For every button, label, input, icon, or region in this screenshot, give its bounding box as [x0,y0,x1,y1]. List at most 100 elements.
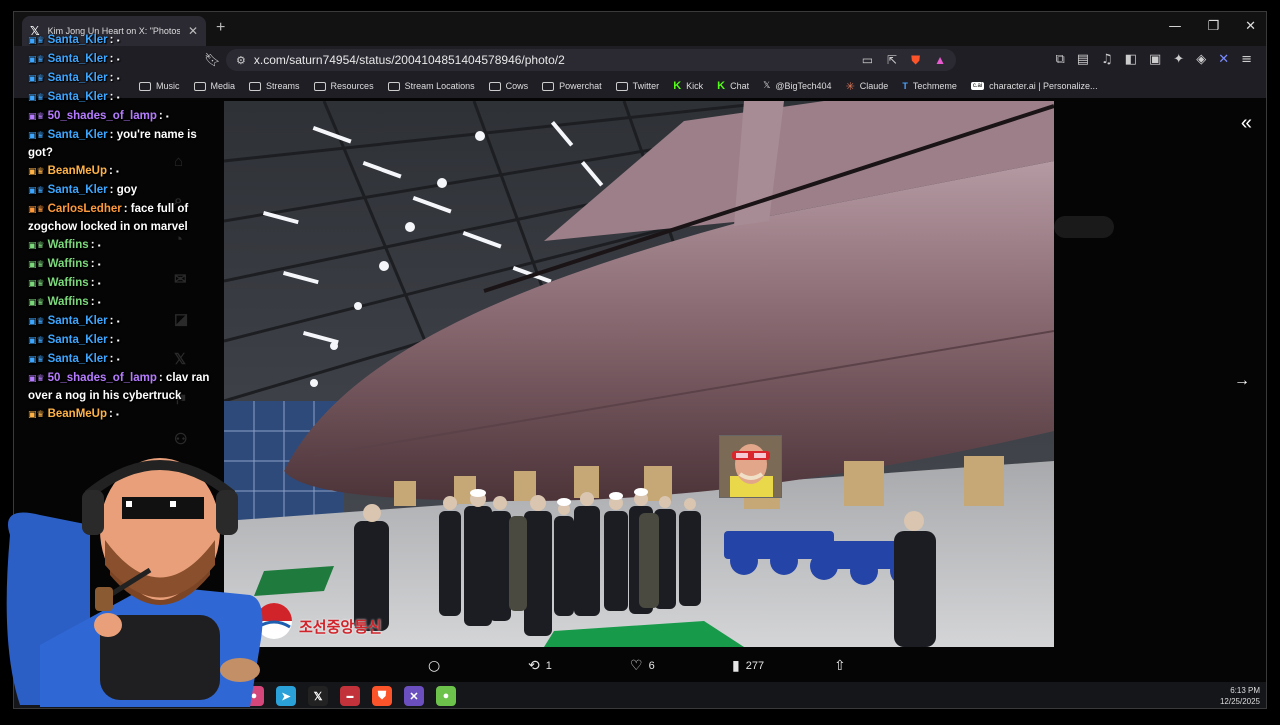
bookmark-item[interactable]: Stream Locations [387,81,475,91]
app-icon-7[interactable]: ● [436,686,456,706]
chat-badges-icon: ▣♛ [28,112,45,122]
system-clock[interactable]: 6:13 PM 12/25/2025 [1220,685,1260,707]
address-bar[interactable]: ⚙︎ x.com/saturn74954/status/200410485140… [226,49,956,71]
bookmark-item[interactable]: K Chat [717,80,749,92]
bookmark-item[interactable]: Twitter [615,81,659,91]
chat-username[interactable]: CarlosLedher [48,203,122,215]
bookmark-item[interactable]: Powerchat [542,81,602,91]
chat-username[interactable]: Waffins [48,258,89,270]
chat-username[interactable]: Santa_Kler [48,91,108,103]
chat-emote-icon: ▪ [116,55,120,64]
like-button[interactable]: ♡ 6 [630,658,655,674]
bookmark-item[interactable]: Resources [313,81,374,91]
chat-username[interactable]: Santa_Kler [48,353,108,365]
chat-username[interactable]: BeanMeUp [48,165,107,177]
vpn-icon[interactable]: ◈ [1196,52,1206,67]
photo-watermark: 조선중앙통신 [299,618,382,636]
brave-shields-icon[interactable]: ⛊ [911,53,920,68]
chat-username[interactable]: 50_shades_of_lamp [48,110,157,122]
maximize-button[interactable]: ❐ [1207,19,1219,34]
bookmark-label: @BigTech404 [775,81,832,91]
bookmark-item[interactable]: ✳ Claude [846,80,889,93]
cast-icon[interactable]: ▭ [862,53,873,68]
clock-date: 12/25/2025 [1219,697,1260,706]
music-icon[interactable]: ♫ [1101,52,1113,67]
bookmark-item[interactable]: c.ai character.ai | Personalize... [970,81,1098,91]
chat-username[interactable]: Santa_Kler [48,334,108,346]
collapse-panel-icon[interactable]: « [1241,112,1252,135]
stream-chat-overlay: ▣♛ Santa_Kler: ▪ ▣♛ Santa_Kler: ▪ ▣♛ Santa_Kl… [28,32,213,425]
chat-username[interactable]: Waffins [48,296,89,308]
tweet-photo[interactable]: 조선중앙통신 [224,101,1054,647]
chat-username[interactable]: Santa_Kler [48,34,108,46]
chat-separator: : [109,184,117,196]
chat-separator: : [90,258,98,270]
chat-message: ▣♛ BeanMeUp: ▪ [28,406,213,424]
reply-button[interactable]: ○ [428,658,446,674]
folder-icon [387,81,400,91]
chat-username[interactable]: Santa_Kler [48,53,108,65]
folder-icon [488,81,501,91]
brave-rewards-icon[interactable]: ▲ [934,53,946,68]
chat-message: ▣♛ Santa_Kler: ▪ [28,351,213,369]
telegram-icon[interactable]: ➤ [276,686,296,706]
url-text[interactable]: x.com/saturn74954/status/200410485140457… [254,53,854,67]
sidebar-icon[interactable]: ◧ [1125,52,1137,67]
bookmark-item[interactable]: 𝕏 @BigTech404 [763,81,831,91]
chat-separator: : [109,53,117,65]
chat-message: ▣♛ Waffins: ▪ [28,237,213,255]
repost-button[interactable]: ⟲ 1 [528,658,552,674]
chat-username[interactable]: Santa_Kler [48,184,108,196]
chat-message: ▣♛ Santa_Kler: ▪ [28,313,213,331]
site-settings-icon[interactable]: ⚙︎ [236,54,246,67]
chat-username[interactable]: Waffins [48,239,89,251]
chat-message: ▣♛ Waffins: ▪ [28,294,213,312]
chat-badges-icon: ▣♛ [28,279,45,289]
chat-separator: : [109,165,117,177]
chat-separator: : [123,203,131,215]
menu-icon[interactable]: ≡ [1241,52,1252,67]
close-window-button[interactable]: ✕ [1245,19,1256,34]
reader-icon[interactable]: ▤ [1077,52,1089,67]
techmeme-icon: T [902,81,908,91]
folder-icon [249,81,262,91]
x-icon: 𝕏 [763,81,771,91]
chat-username[interactable]: Waffins [48,277,89,289]
share-icon[interactable]: ⇱ [887,53,897,68]
extensions-icon[interactable]: ⧉ [1055,52,1064,67]
chat-username[interactable]: 50_shades_of_lamp [48,372,157,384]
chat-username[interactable]: Santa_Kler [48,129,108,141]
extension-icons: ⧉ ▤ ♫ ◧ ▣ ✦ ◈ ✕ ≡ [1055,52,1252,67]
app-icon-6[interactable]: ✕ [404,686,424,706]
taskbar-apps: ● ➤ 𝕏 ▬ ⛊ ✕ ● [244,686,456,706]
app-icon-4[interactable]: ▬ [340,686,360,706]
brave-taskbar-icon[interactable]: ⛊ [372,686,392,706]
bookmark-item[interactable]: Cows [488,81,528,91]
bookmark-item[interactable]: K Kick [673,80,703,92]
share-button[interactable]: ⇧ [834,658,846,674]
leo-ai-icon[interactable]: ✦ [1173,52,1184,67]
chat-badges-icon: ▣♛ [28,355,45,365]
wallet-icon[interactable]: ▣ [1149,52,1161,67]
chat-badges-icon: ▣♛ [28,186,45,196]
views-button[interactable]: ▮ 277 [732,658,764,674]
minimize-button[interactable]: — [1168,19,1181,34]
x-app-icon[interactable]: 𝕏 [308,686,328,706]
chat-emote-icon: ▪ [165,112,169,121]
chat-username[interactable]: BeanMeUp [48,408,107,420]
next-photo-arrow-icon[interactable]: → [1234,372,1250,390]
bookmark-item[interactable]: T Techmeme [902,81,957,91]
share-upload-icon: ⇧ [834,658,846,674]
chat-badges-icon: ▣♛ [28,36,45,46]
chat-emote-icon: ▪ [116,410,119,419]
reply-icon: ○ [428,658,441,674]
chat-badges-icon: ▣♛ [28,167,45,177]
chat-message: ▣♛ Santa_Kler: ▪ [28,332,213,350]
chat-username[interactable]: Santa_Kler [48,72,108,84]
clock-time: 6:13 PM [1230,686,1260,695]
bookmark-label: Chat [730,81,750,91]
new-tab-button[interactable]: + [216,19,225,37]
x-extension-icon[interactable]: ✕ [1218,52,1229,67]
chat-username[interactable]: Santa_Kler [48,315,108,327]
bookmark-item[interactable]: Streams [249,81,300,91]
